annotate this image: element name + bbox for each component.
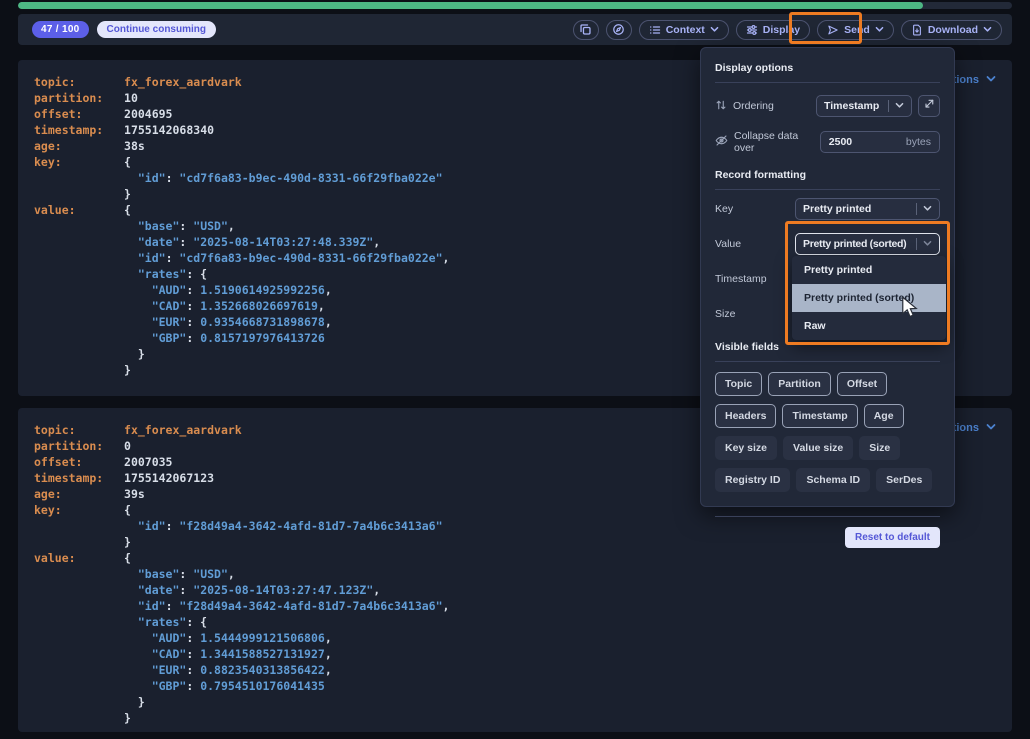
size-label: Size [715, 308, 735, 320]
field-chip-partition[interactable]: Partition [768, 372, 831, 396]
code-line: "GBP": 0.7954510176041435 [34, 678, 996, 694]
collapse-row: Collapse data over 2500 bytes [715, 131, 940, 153]
divider [715, 82, 940, 83]
divider [715, 516, 940, 517]
code-line: "AUD": 1.5444999121506806, [34, 630, 996, 646]
compass-icon [612, 23, 625, 36]
record-formatting-title: Record formatting [715, 169, 940, 181]
chevron-down-icon [875, 26, 884, 33]
divider [715, 361, 940, 362]
send-dropdown-button[interactable]: Send [817, 20, 894, 40]
value-label: Value [715, 238, 741, 250]
ordering-label: Ordering [733, 100, 774, 112]
chevron-down-icon [923, 238, 932, 250]
copy-icon [579, 23, 592, 36]
code-line: "EUR": 0.8823540313856422, [34, 662, 996, 678]
divider [715, 189, 940, 190]
field-chip-serdes[interactable]: SerDes [876, 468, 932, 492]
consume-progress-bar [18, 2, 1012, 9]
chevron-down-icon [986, 422, 996, 434]
compass-button[interactable] [606, 20, 632, 40]
code-line: } [34, 694, 996, 710]
consume-progress-fill [18, 2, 923, 9]
menu-option-raw[interactable]: Raw [792, 312, 946, 340]
ordering-select[interactable]: Timestamp [816, 95, 912, 117]
visible-fields-title: Visible fields [715, 341, 940, 353]
chevron-down-icon [986, 74, 996, 86]
continue-consuming-button[interactable]: Continue consuming [97, 21, 216, 38]
value-format-menu: Pretty printedPretty printed (sorted)Raw [792, 256, 946, 340]
field-chip-value-size[interactable]: Value size [783, 436, 853, 460]
collapse-bytes-input[interactable]: 2500 bytes [820, 131, 940, 153]
sort-arrows-icon [715, 99, 727, 114]
field-chip-topic[interactable]: Topic [715, 372, 762, 396]
field-chip-size[interactable]: Size [859, 436, 900, 460]
field-chip-timestamp[interactable]: Timestamp [782, 404, 857, 428]
corner-arrow-icon [923, 97, 935, 115]
toolbar: 47 / 100 Continue consuming Context [18, 14, 1012, 45]
toolbar-right-group: Context Display Send Download [573, 20, 1002, 40]
key-format-select[interactable]: Pretty printed [795, 198, 940, 220]
field-chip-schema-id[interactable]: Schema ID [796, 468, 870, 492]
chevron-down-icon [895, 100, 904, 112]
field-chip-headers[interactable]: Headers [715, 404, 776, 428]
download-dropdown-button[interactable]: Download [901, 20, 1002, 40]
panel-title: Display options [715, 62, 940, 74]
sliders-icon [746, 24, 758, 36]
value-format-row: Value Pretty printed (sorted) [715, 233, 940, 255]
code-line: "rates": { [34, 614, 996, 630]
file-download-icon [911, 24, 923, 36]
menu-option-pretty-printed[interactable]: Pretty printed [792, 256, 946, 284]
code-line: value: { [34, 550, 996, 566]
copy-button[interactable] [573, 20, 599, 40]
ordering-row: Ordering Timestamp [715, 95, 940, 117]
code-line: "id": "f28d49a4-3642-4afd-81d7-7a4b6c341… [34, 598, 996, 614]
field-chip-registry-id[interactable]: Registry ID [715, 468, 790, 492]
sort-direction-button[interactable] [918, 95, 940, 117]
field-chip-age[interactable]: Age [864, 404, 904, 428]
eye-off-icon [715, 134, 728, 150]
send-icon [827, 24, 839, 36]
collapse-label: Collapse data over [734, 130, 820, 154]
field-chip-key-size[interactable]: Key size [715, 436, 777, 460]
consumed-count-badge: 47 / 100 [32, 21, 89, 38]
visible-fields-chips: TopicPartitionOffset HeadersTimestamp Age K… [715, 372, 940, 492]
timestamp-label: Timestamp [715, 273, 767, 285]
reset-to-default-button[interactable]: Reset to default [845, 527, 940, 548]
menu-option-pretty-printed-sorted-[interactable]: Pretty printed (sorted) [792, 284, 946, 312]
key-label: Key [715, 203, 733, 215]
field-chip-offset[interactable]: Offset [837, 372, 887, 396]
list-icon [649, 24, 661, 36]
chevron-down-icon [710, 26, 719, 33]
key-format-row: Key Pretty printed [715, 198, 940, 220]
code-line: "base": "USD", [34, 566, 996, 582]
code-line: } [34, 710, 996, 726]
context-dropdown-button[interactable]: Context [639, 20, 729, 40]
display-button[interactable]: Display [736, 20, 810, 40]
code-line: "CAD": 1.3441588527131927, [34, 646, 996, 662]
code-line: "date": "2025-08-14T03:27:47.123Z", [34, 582, 996, 598]
chevron-down-icon [983, 26, 992, 33]
chevron-down-icon [923, 203, 932, 215]
value-format-select[interactable]: Pretty printed (sorted) [795, 233, 940, 255]
